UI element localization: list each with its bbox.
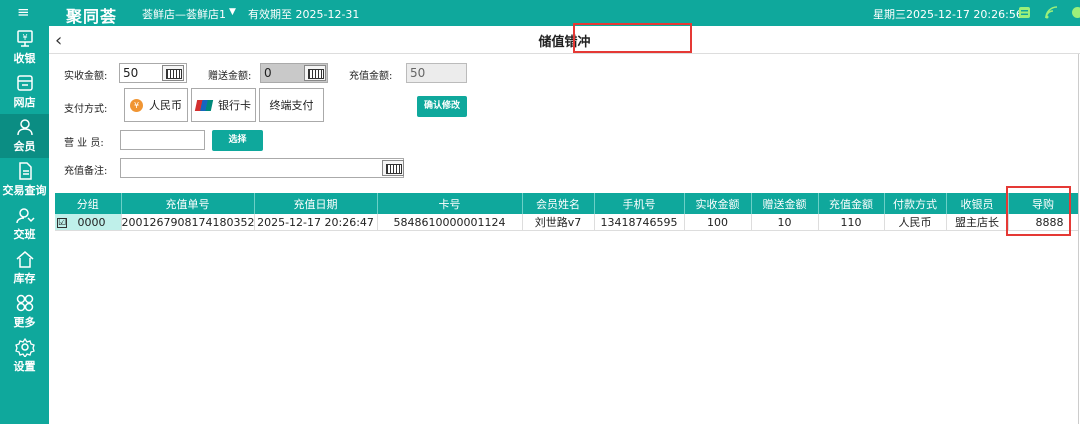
app-logo: 聚同荟 (66, 7, 118, 26)
pay-method-cell: 人民币 (884, 214, 947, 231)
pay-method-label: 支付方式: (64, 104, 108, 115)
shift-icon (15, 208, 35, 224)
main-content: ‹ 储值错冲 实收金额: 50 赠送金额: 0 充值金额: 50 支付方式: ¥… (49, 23, 1080, 424)
store-dropdown-icon[interactable]: ▼ (229, 7, 236, 17)
keyboard-icon[interactable] (382, 160, 404, 176)
column-header[interactable]: 卡号 (377, 193, 523, 214)
column-header[interactable]: 赠送金额 (751, 193, 819, 214)
member-name-cell: 刘世路v7 (522, 214, 595, 231)
keyboard-icon[interactable] (162, 65, 184, 81)
database-icon[interactable] (1018, 6, 1031, 19)
row-checkbox[interactable]: ☑ (57, 217, 67, 228)
column-header[interactable]: 手机号 (594, 193, 685, 214)
title-divider (49, 53, 1080, 54)
sidebar-item-member[interactable]: 会员 (0, 114, 49, 158)
title-highlight-box (573, 23, 692, 53)
sidebar-item-label: 会员 (13, 140, 36, 153)
coin-icon: ¥ (130, 98, 143, 112)
current-datetime: 星期三2025-12-17 20:26:56 (873, 8, 1023, 21)
pay-bankcard-label: 银行卡 (218, 99, 251, 112)
right-border (1078, 54, 1079, 424)
pay-terminal-label: 终端支付 (269, 99, 314, 112)
document-icon (18, 162, 32, 180)
column-header[interactable]: 实收金额 (684, 193, 752, 214)
sidebar-item-cashier[interactable]: ¥ 收银 (0, 26, 49, 70)
column-header[interactable]: 收银员 (946, 193, 1009, 214)
column-header[interactable]: 充值日期 (254, 193, 378, 214)
sidebar-item-label: 库存 (13, 272, 36, 285)
recharge-amount-label: 充值金额: (349, 71, 393, 82)
grid-icon (16, 294, 33, 312)
column-header[interactable]: 付款方式 (884, 193, 947, 214)
phone-cell: 13418746595 (594, 214, 685, 231)
sidebar-item-settings[interactable]: 设置 (0, 334, 49, 378)
gift-amount-label: 赠送金额: (208, 71, 252, 82)
remark-label: 充值备注: (64, 166, 108, 177)
top-bar: ≡ 聚同荟 荟鲜店—荟鲜店1 ▼ 有效期至 2025-12-31 星期三2025… (0, 0, 1080, 26)
column-header[interactable]: 充值单号 (121, 193, 255, 214)
cash-register-icon: ¥ (16, 30, 33, 47)
pay-rmb-label: 人民币 (149, 99, 182, 112)
group-cell[interactable]: ☑ 0000 (55, 214, 122, 231)
actual-amount-label: 实收金额: (64, 71, 108, 82)
staff-input[interactable] (120, 130, 205, 150)
column-header[interactable]: 会员姓名 (522, 193, 595, 214)
unionpay-icon (194, 99, 214, 111)
gift-amount-cell: 10 (751, 214, 819, 231)
house-icon (16, 251, 33, 268)
card-no-cell: 5848610000001124 (377, 214, 523, 231)
menu-icon[interactable]: ≡ (17, 4, 30, 20)
select-staff-button[interactable]: 选择 (212, 130, 263, 151)
guide-column-highlight-box (1006, 186, 1071, 236)
sidebar-item-label: 交易查询 (2, 184, 47, 197)
store-name[interactable]: 荟鲜店—荟鲜店1 (142, 6, 226, 22)
order-no-cell: 2001267908174180352 (121, 214, 255, 231)
sidebar-item-label: 收银 (13, 52, 36, 65)
table-row[interactable]: ☑ 0000 2001267908174180352 2025-12-17 20… (55, 214, 1079, 231)
pay-bankcard-button[interactable]: 银行卡 (191, 88, 256, 122)
keyboard-icon[interactable] (304, 65, 326, 81)
member-icon (16, 119, 33, 136)
sidebar-item-label: 交班 (13, 228, 36, 241)
confirm-edit-button[interactable]: 确认修改 (417, 96, 467, 117)
column-header[interactable]: 分组 (55, 193, 122, 214)
recharge-table: 分组 充值单号 充值日期 卡号 会员姓名 手机号 实收金额 赠送金额 充值金额 … (55, 193, 1079, 231)
validity-text: 有效期至 2025-12-31 (248, 8, 360, 21)
remark-input[interactable] (120, 158, 404, 178)
sidebar-item-more[interactable]: 更多 (0, 290, 49, 334)
status-icon (1072, 7, 1080, 18)
sidebar-item-label: 网店 (13, 96, 36, 109)
sidebar-item-inventory[interactable]: 库存 (0, 246, 49, 290)
column-header[interactable]: 充值金额 (818, 193, 885, 214)
shop-icon (16, 75, 33, 91)
gear-icon (14, 337, 35, 357)
actual-amount-cell: 100 (684, 214, 752, 231)
sidebar-item-label: 设置 (13, 360, 36, 373)
pay-rmb-button[interactable]: ¥ 人民币 (124, 88, 188, 122)
recharge-amount-cell: 110 (818, 214, 885, 231)
cashier-cell: 盟主店长 (946, 214, 1009, 231)
signal-icon (1045, 6, 1058, 19)
pay-terminal-button[interactable]: 终端支付 (259, 88, 324, 122)
page-title: 储值错冲 (538, 35, 591, 50)
staff-label: 营 业 员: (64, 138, 104, 149)
sidebar: ¥ 收银 网店 会员 交易查询 交班 库存 更多 设置 (0, 26, 49, 424)
date-cell: 2025-12-17 20:26:47 (254, 214, 378, 231)
sidebar-item-label: 更多 (13, 316, 36, 329)
sidebar-item-webshop[interactable]: 网店 (0, 70, 49, 114)
recharge-amount-input: 50 (406, 63, 467, 83)
group-value: 0000 (77, 215, 106, 229)
svg-text:¥: ¥ (22, 33, 27, 42)
table-header-row: 分组 充值单号 充值日期 卡号 会员姓名 手机号 实收金额 赠送金额 充值金额 … (55, 193, 1079, 214)
sidebar-item-transactions[interactable]: 交易查询 (0, 158, 49, 202)
sidebar-item-shift[interactable]: 交班 (0, 202, 49, 246)
